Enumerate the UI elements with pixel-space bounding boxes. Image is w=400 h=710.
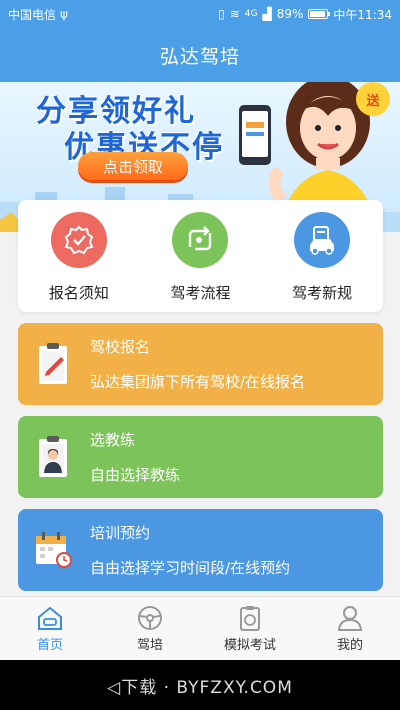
flow-arrow-icon: [172, 212, 229, 268]
nav-label: 模拟考试: [223, 637, 276, 653]
nav-mock-exam[interactable]: 模拟考试: [200, 597, 300, 660]
watermark-text: ◁下载 · BYFZXY.COM: [107, 677, 293, 698]
choose-coach-card[interactable]: 选教练 自由选择教练: [18, 416, 383, 498]
app-header: 弘达驾培: [0, 28, 400, 82]
nav-label: 驾培: [136, 637, 163, 653]
calendar-clock-icon: [18, 509, 90, 591]
training-booking-card[interactable]: 培训预约 自由选择学习时间段/在线预约: [18, 509, 383, 591]
car-doc-icon: [294, 212, 351, 268]
card-title: 驾校报名: [90, 338, 151, 356]
phone-illustration: [239, 105, 271, 165]
nav-home[interactable]: 首页: [0, 597, 100, 660]
page-title: 弘达驾培: [159, 45, 240, 68]
signal-icon: ▟: [262, 7, 272, 21]
battery-percent: 89%: [276, 7, 304, 21]
nav-driving-training[interactable]: 驾培: [100, 597, 200, 660]
network-label: 4G: [244, 9, 258, 19]
card-subtitle: 弘达集团旗下所有驾校/在线报名: [90, 373, 306, 391]
battery-icon: [308, 9, 331, 19]
exam-icon: [240, 605, 260, 631]
quick-link-registration-notice[interactable]: 报名须知: [24, 212, 134, 312]
card-title: 选教练: [90, 431, 136, 449]
bottom-nav: 首页 驾培 模拟考试 我的: [0, 596, 400, 660]
vibrate-icon: ▯: [218, 7, 225, 21]
school-registration-card[interactable]: 驾校报名 弘达集团旗下所有驾校/在线报名: [18, 323, 383, 405]
nav-mine[interactable]: 我的: [300, 597, 400, 660]
quick-link-label: 驾考流程: [170, 284, 231, 302]
user-icon: [337, 605, 363, 631]
usb-icon: ψ: [60, 7, 68, 21]
quick-links-card: 报名须知 驾考流程 驾考新规: [18, 200, 383, 312]
carrier-label: 中国电信: [8, 7, 57, 22]
quick-link-new-rules[interactable]: 驾考新规: [267, 212, 377, 312]
quick-link-label: 报名须知: [48, 284, 109, 302]
gift-badge: 送: [356, 82, 390, 116]
clipboard-pen-icon: [18, 323, 90, 405]
badge-check-icon: [50, 212, 107, 268]
home-icon: [38, 606, 62, 630]
clipboard-person-icon: [18, 416, 90, 498]
quick-link-exam-process[interactable]: 驾考流程: [145, 212, 255, 312]
clock: 中午11:34: [333, 7, 392, 22]
card-subtitle: 自由选择教练: [90, 466, 181, 484]
claim-button[interactable]: 点击领取: [78, 152, 188, 180]
nav-label: 我的: [336, 637, 363, 653]
system-nav-bar: ◁下载 · BYFZXY.COM: [0, 660, 400, 710]
nav-label: 首页: [36, 637, 63, 653]
card-subtitle: 自由选择学习时间段/在线预约: [90, 559, 291, 577]
wifi-icon: ≋: [229, 7, 240, 21]
status-bar: 中国电信 ψ ▯ ≋ 4G ▟ 89% 中午11:34: [0, 0, 400, 28]
quick-link-label: 驾考新规: [292, 284, 353, 302]
steering-wheel-icon: [138, 605, 162, 630]
card-title: 培训预约: [90, 524, 151, 542]
